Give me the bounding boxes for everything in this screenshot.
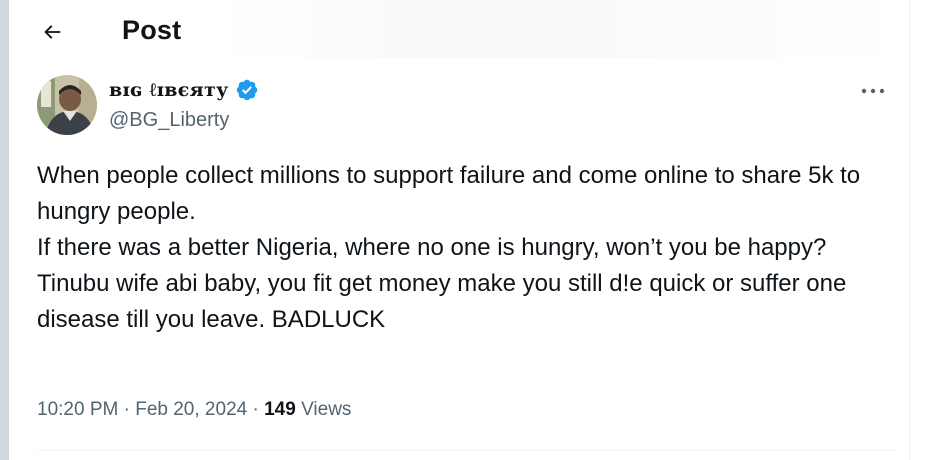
- window-edge: [0, 0, 9, 460]
- post-meta: 10:20 PM · Feb 20, 2024 · 149 Views: [37, 399, 351, 421]
- meta-separator: ·: [247, 399, 265, 420]
- post-time[interactable]: 10:20 PM: [37, 399, 118, 420]
- header-background: [220, 0, 900, 58]
- post-text: When people collect millions to support …: [37, 158, 897, 338]
- author-name-row[interactable]: ʙɪɢ ℓɪʙєяту: [109, 78, 259, 102]
- divider: [37, 450, 897, 451]
- post-page: Post ʙɪɢ ℓɪʙєяту @BG_Liberty When people…: [0, 0, 926, 460]
- verified-badge-icon[interactable]: [235, 78, 259, 102]
- display-name[interactable]: ʙɪɢ ℓɪʙєяту: [109, 79, 229, 102]
- post-text-line: If there was a better Nigeria, where no …: [37, 234, 827, 261]
- more-options-button[interactable]: [856, 78, 890, 104]
- page-title: Post: [122, 15, 182, 45]
- views-count: 149: [264, 399, 296, 420]
- back-button[interactable]: [34, 14, 70, 50]
- post-date[interactable]: Feb 20, 2024: [135, 399, 247, 420]
- views-label: Views: [295, 399, 352, 420]
- arrow-left-icon: [44, 25, 61, 39]
- more-horizontal-icon: [861, 88, 885, 94]
- avatar[interactable]: [37, 75, 97, 135]
- meta-separator: ·: [118, 399, 136, 420]
- post-text-line: When people collect millions to support …: [37, 162, 861, 225]
- post-text-line: Tinubu wife abi baby, you fit get money …: [37, 270, 847, 333]
- profile-photo: [37, 75, 97, 135]
- author-handle[interactable]: @BG_Liberty: [109, 109, 229, 132]
- column-border: [909, 0, 910, 460]
